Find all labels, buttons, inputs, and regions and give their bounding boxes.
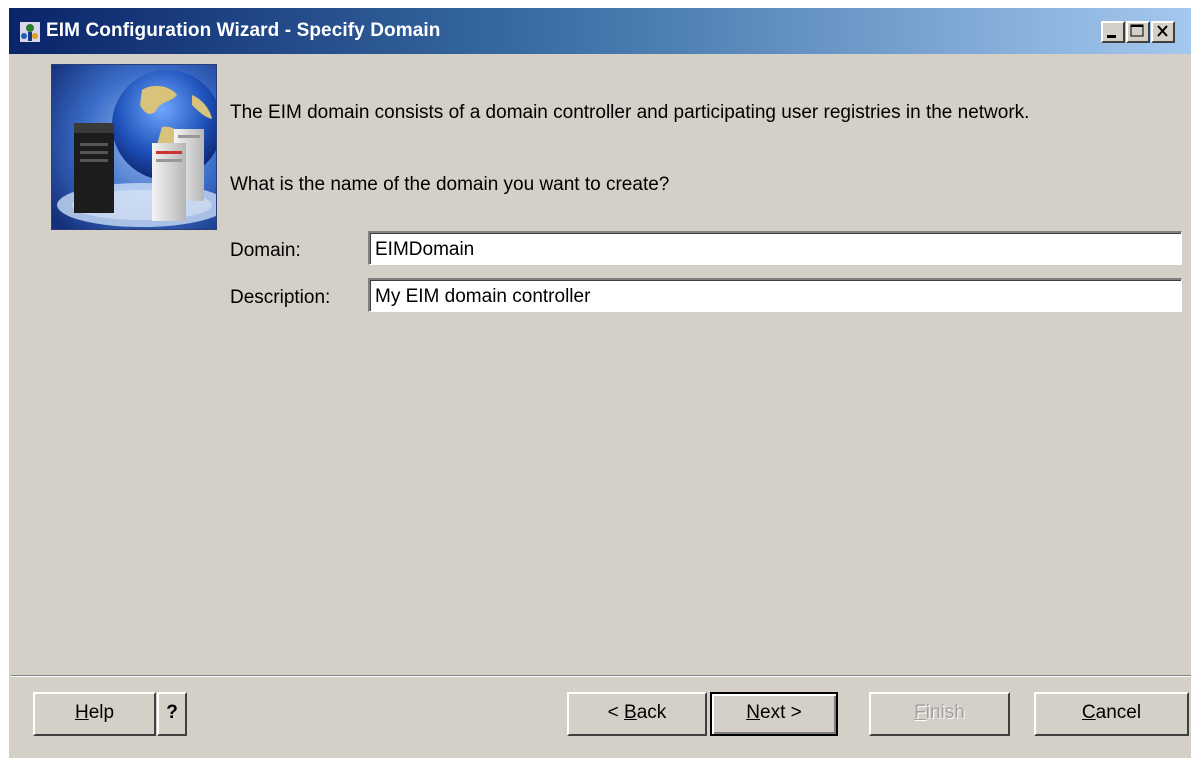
next-button[interactable]: Next > xyxy=(710,692,838,736)
window-title: EIM Configuration Wizard - Specify Domai… xyxy=(46,20,441,41)
wizard-window: EIM Configuration Wizard - Specify Domai… xyxy=(7,6,1191,758)
description-input[interactable] xyxy=(368,278,1182,312)
close-button[interactable] xyxy=(1151,21,1175,43)
domain-input[interactable] xyxy=(368,231,1182,265)
description-label: Description: xyxy=(230,287,331,308)
title-bar[interactable]: EIM Configuration Wizard - Specify Domai… xyxy=(9,8,1191,54)
question-mark-icon: ? xyxy=(166,702,178,723)
context-help-button[interactable]: ? xyxy=(157,692,187,736)
domain-label: Domain: xyxy=(230,240,301,261)
wizard-illustration xyxy=(51,64,217,230)
intro-text: The EIM domain consists of a domain cont… xyxy=(230,102,1030,123)
app-icon xyxy=(19,21,41,43)
separator-light xyxy=(11,676,1191,677)
domain-question: What is the name of the domain you want … xyxy=(230,174,670,195)
minimize-button[interactable] xyxy=(1101,21,1125,43)
minimize-icon xyxy=(1107,35,1116,38)
back-button[interactable]: < Back xyxy=(567,692,707,736)
maximize-button[interactable] xyxy=(1126,21,1150,43)
finish-button: Finish xyxy=(869,692,1010,736)
maximize-icon xyxy=(1130,24,1144,37)
cancel-button[interactable]: Cancel xyxy=(1034,692,1189,736)
help-button[interactable]: Help xyxy=(33,692,156,736)
close-icon xyxy=(1157,25,1168,37)
